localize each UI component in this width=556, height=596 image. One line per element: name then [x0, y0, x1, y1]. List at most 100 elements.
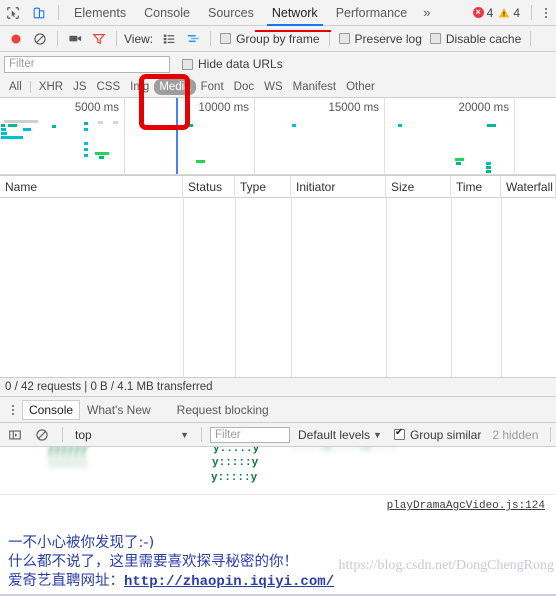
request-table-body[interactable] [0, 198, 556, 377]
overview-request-bar [455, 158, 464, 161]
overview-baseline [0, 174, 556, 175]
console-output-area[interactable]: ƒƒƒƒƒƒ ░░░░░░ y:::::y y:::::y y:::::y ::… [0, 447, 556, 517]
console-ascii-line-3: y:::::y [211, 472, 258, 484]
network-filter-input[interactable]: Filter [4, 55, 170, 73]
column-header-time[interactable]: Time [451, 175, 501, 198]
overview-tick-label-0: 5000 ms [74, 102, 119, 114]
waterfall-view-icon[interactable] [181, 27, 205, 51]
console-ascii-art-right-faded: ::::\n::::\n:::: [291, 447, 397, 455]
hide-data-urls-checkbox[interactable]: Hide data URLs [178, 57, 287, 71]
drawer-tab-request-blocking[interactable]: Request blocking [170, 401, 276, 419]
overview-request-bar [189, 124, 193, 127]
overview-request-bar [84, 154, 88, 157]
overview-tick-line [124, 98, 125, 175]
console-message-row[interactable]: ƒƒƒƒƒƒ ░░░░░░ y:::::y y:::::y y:::::y ::… [0, 447, 556, 495]
promo-line-1: 一不小心被你发现了:-) [8, 535, 155, 551]
group-by-frame-checkbox[interactable]: Group by frame [216, 32, 323, 46]
kebab-menu-icon[interactable] [538, 7, 554, 18]
console-source-link[interactable]: playDramaAgcVideo.js:124 [387, 497, 545, 512]
toolbar-divider-5 [530, 31, 532, 46]
clear-network-icon[interactable] [28, 27, 52, 51]
overview-request-bar [292, 124, 296, 127]
overview-request-bar [486, 166, 491, 169]
column-header-type[interactable]: Type [235, 175, 291, 198]
list-view-icon[interactable] [157, 27, 181, 51]
group-by-frame-label: Group by frame [236, 31, 320, 46]
type-filter-xhr[interactable]: XHR [34, 79, 68, 95]
group-similar-box [393, 427, 405, 440]
tabbar-right-divider [531, 5, 532, 20]
record-button-icon[interactable] [4, 27, 28, 51]
request-summary-text: 0 / 42 requests | 0 B / 4.1 MB transferr… [5, 381, 213, 393]
tab-elements[interactable]: Elements [65, 0, 135, 26]
overview-request-bar [1, 124, 5, 127]
promo-line-3-prefix: 爱奇艺直聘网址： [8, 573, 124, 589]
drawer-tab-whats-new[interactable]: What's New [80, 401, 158, 419]
console-context-label: top [75, 427, 92, 442]
type-filter-all[interactable]: All [4, 79, 27, 95]
tab-sources[interactable]: Sources [199, 0, 263, 26]
overview-request-bar [1, 136, 23, 139]
type-filter-ws[interactable]: WS [259, 79, 288, 95]
inspect-cursor-icon[interactable] [0, 0, 26, 26]
overview-request-bar [8, 124, 17, 127]
type-filter-doc[interactable]: Doc [229, 79, 259, 95]
tab-console[interactable]: Console [135, 0, 199, 26]
overview-tick-label-1: 10000 ms [198, 102, 249, 114]
console-ascii-line-2: y:::::y [212, 457, 259, 469]
network-overview-timeline[interactable]: 5000 ms 10000 ms 15000 ms 20000 ms [0, 98, 556, 176]
camera-icon[interactable] [63, 27, 87, 51]
toolbar-divider-4 [328, 31, 330, 46]
disable-cache-checkbox[interactable]: Disable cache [426, 32, 525, 46]
console-sidebar-icon[interactable] [3, 423, 27, 447]
column-header-initiator[interactable]: Initiator [291, 175, 386, 198]
group-similar-checkbox[interactable]: Group similar [390, 427, 485, 442]
console-filter-input[interactable]: Filter [210, 426, 290, 443]
column-header-waterfall[interactable]: Waterfall [501, 175, 556, 198]
tab-performance[interactable]: Performance [327, 0, 417, 26]
clear-console-icon[interactable] [30, 423, 54, 447]
type-filter-manifest[interactable]: Manifest [288, 79, 341, 95]
console-context-selector[interactable]: top ▼ [71, 428, 193, 442]
type-filter-media[interactable]: Media [154, 78, 196, 95]
error-icon[interactable]: × [472, 7, 484, 18]
tab-network[interactable]: Network [263, 0, 327, 26]
tabbar-divider [58, 5, 59, 20]
warning-count: 4 [513, 5, 520, 20]
type-filter-img[interactable]: Img [125, 79, 154, 95]
column-guide [386, 198, 387, 377]
device-toolbar-icon[interactable] [26, 0, 52, 26]
recruitment-link[interactable]: http://zhaopin.iqiyi.com/ [124, 574, 334, 590]
type-filter-css[interactable]: CSS [91, 79, 125, 95]
drawer-kebab-icon[interactable] [4, 404, 22, 415]
console-divider-2 [201, 427, 202, 442]
drawer-tab-console[interactable]: Console [22, 399, 81, 420]
more-tabs-button[interactable]: » [416, 5, 437, 20]
overview-request-bar [95, 152, 109, 155]
type-filter-font[interactable]: Font [196, 79, 229, 95]
warning-icon[interactable] [498, 7, 510, 19]
tabbar-right-group: × 4 4 [472, 5, 556, 20]
overview-tick-label-3: 20000 ms [458, 102, 509, 114]
type-filter-other[interactable]: Other [341, 79, 380, 95]
column-header-name[interactable]: Name [0, 175, 183, 198]
overview-request-bar [84, 122, 88, 125]
overview-request-bar [4, 120, 38, 123]
promo-message: 一不小心被你发现了:-) 什么都不说了，这里需要喜欢探寻秘密的你！ 爱奇艺直聘网… [0, 531, 556, 596]
disable-cache-box [429, 33, 441, 44]
overview-request-bar [84, 142, 88, 145]
column-header-size[interactable]: Size [386, 175, 451, 198]
overview-request-bar [456, 162, 461, 165]
tab-sources-label: Sources [207, 5, 254, 20]
console-levels-dropdown[interactable]: Default levels ▼ [298, 428, 382, 442]
funnel-filter-icon[interactable] [87, 27, 111, 51]
column-guide [183, 198, 184, 377]
tab-elements-label: Elements [74, 5, 127, 20]
overview-request-bar [1, 128, 6, 131]
overview-tick-line [514, 98, 515, 175]
levels-chevron-down-icon: ▼ [373, 429, 382, 440]
column-header-status[interactable]: Status [183, 175, 235, 198]
type-filter-js[interactable]: JS [68, 79, 91, 95]
tab-console-label: Console [144, 5, 190, 20]
preserve-log-checkbox[interactable]: Preserve log [335, 32, 426, 46]
